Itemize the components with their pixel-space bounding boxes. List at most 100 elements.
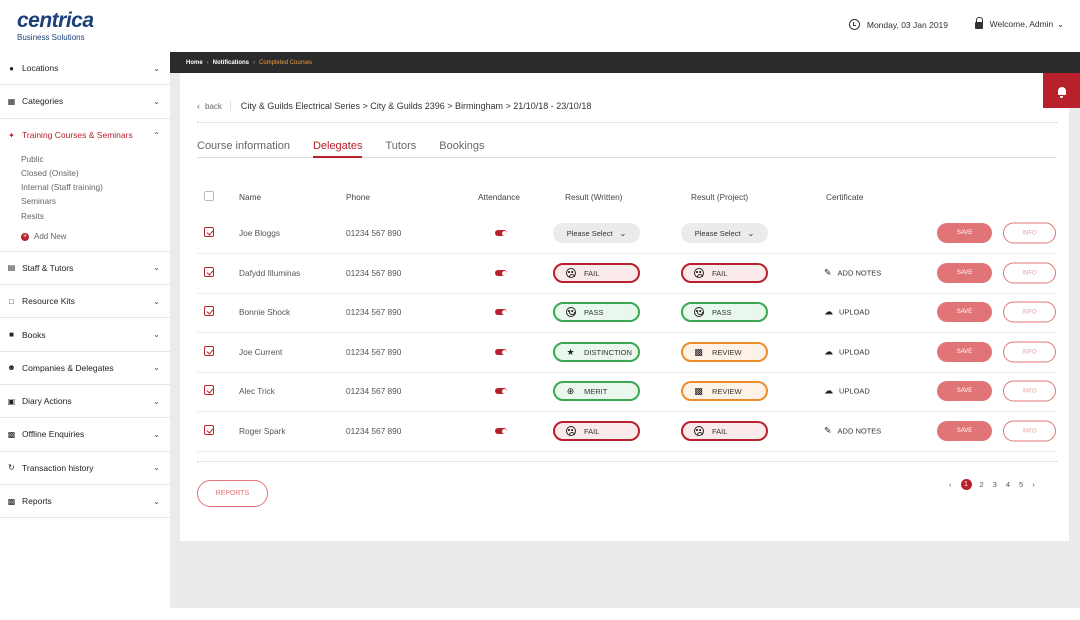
page-3[interactable]: 3: [993, 480, 997, 489]
attendance-toggle[interactable]: [495, 309, 507, 316]
save-button[interactable]: SAVE: [937, 223, 992, 244]
pagination: ‹ 1 2 3 4 5 ›: [949, 478, 1044, 490]
table-row: Roger Spark 01234 567 890 FAIL FAIL ✎ ADD NOT…: [197, 412, 1057, 452]
delegate-phone: 01234 567 890: [346, 268, 402, 279]
written-result-badge[interactable]: FAIL: [553, 421, 640, 442]
project-result-badge[interactable]: ▩ REVIEW: [681, 342, 768, 363]
chevron-down-icon: ⌄: [153, 396, 160, 406]
sidebar-item-companies-delegates[interactable]: ☻ Companies & Delegates ⌄: [0, 352, 170, 386]
sidebar-item-books[interactable]: ■ Books ⌄: [0, 318, 170, 352]
sidebar-item-locations[interactable]: ● Locations ⌄: [0, 52, 170, 86]
prev-page-icon[interactable]: ‹: [949, 480, 952, 489]
page-2[interactable]: 2: [980, 480, 984, 489]
project-select[interactable]: Please Select ⌄: [681, 223, 768, 244]
tab-course-information[interactable]: Course information: [197, 140, 290, 158]
written-result-badge[interactable]: ★ DISTINCTION: [553, 342, 640, 363]
chevron-down-icon: ⌄: [153, 496, 160, 506]
sad-face-icon: [565, 426, 576, 437]
add-new-button[interactable]: + Add New: [21, 229, 170, 245]
row-checkbox[interactable]: [204, 267, 214, 278]
attendance-toggle[interactable]: [495, 230, 507, 237]
save-button[interactable]: SAVE: [937, 421, 992, 442]
sidebar-item-diary-actions[interactable]: ▣ Diary Actions ⌄: [0, 385, 170, 419]
sidebar-item-label: Companies & Delegates: [22, 362, 114, 373]
save-button[interactable]: SAVE: [937, 342, 992, 363]
row-checkbox[interactable]: [204, 346, 214, 357]
attendance-toggle[interactable]: [495, 428, 507, 435]
sidebar-item-label: Books: [22, 329, 46, 340]
upload-button[interactable]: ☁ UPLOAD: [824, 347, 870, 358]
sidebar-item-staff-tutors[interactable]: ▤ Staff & Tutors ⌄: [0, 252, 170, 286]
written-result-badge[interactable]: FAIL: [553, 263, 640, 284]
date-text: Monday, 03 Jan 2019: [866, 19, 948, 30]
info-button[interactable]: INFO: [1003, 341, 1056, 363]
page-5[interactable]: 5: [1019, 480, 1023, 489]
project-result-badge[interactable]: PASS: [681, 302, 768, 323]
subnav-item-closed[interactable]: Closed (Onsite): [21, 166, 170, 180]
column-header-name: Name: [239, 192, 262, 202]
divider: [197, 461, 1057, 462]
sidebar-item-label: Resource Kits: [22, 296, 75, 307]
upload-button[interactable]: ☁ UPLOAD: [824, 386, 870, 397]
written-select[interactable]: Please Select ⌄: [553, 223, 640, 244]
info-button[interactable]: INFO: [1003, 301, 1056, 323]
user-menu[interactable]: Welcome, Admin ⌄: [974, 17, 1064, 29]
sidebar-item-training-courses[interactable]: ✦ Training Courses & Seminars ⌃: [0, 119, 170, 152]
sidebar-nav: ● Locations ⌄ ▦ Categories ⌄ ✦ Training …: [0, 52, 170, 519]
project-result-badge[interactable]: ▩ REVIEW: [681, 381, 768, 402]
tab-bookings[interactable]: Bookings: [439, 140, 484, 158]
sidebar-item-label: Reports: [22, 496, 52, 507]
page-4[interactable]: 4: [1006, 480, 1010, 489]
subnav-item-resits[interactable]: Resits: [21, 209, 170, 223]
info-button[interactable]: INFO: [1003, 420, 1056, 442]
save-button[interactable]: SAVE: [937, 381, 992, 402]
select-all-checkbox[interactable]: [204, 191, 214, 201]
sidebar-item-offline-enquiries[interactable]: ▩ Offline Enquiries ⌄: [0, 418, 170, 452]
table-row: Alec Trick 01234 567 890 ⊕ MERIT ▩ REVIEW ☁ UPL…: [197, 372, 1057, 412]
tab-tutors[interactable]: Tutors: [385, 140, 416, 158]
happy-face-icon: [693, 307, 704, 318]
brand-name: centrica: [17, 9, 94, 32]
info-button[interactable]: INFO: [1003, 222, 1056, 244]
project-result-badge[interactable]: FAIL: [681, 421, 768, 442]
result-label: PASS: [584, 307, 604, 317]
page-1[interactable]: 1: [960, 478, 972, 490]
project-result-badge[interactable]: FAIL: [681, 263, 768, 284]
chevron-down-icon: ⌄: [153, 96, 160, 106]
subnav-item-internal[interactable]: Internal (Staff training): [21, 180, 170, 194]
upload-button[interactable]: ☁ UPLOAD: [824, 307, 870, 318]
brand-subtitle: Business Solutions: [17, 33, 85, 42]
tab-delegates[interactable]: Delegates: [312, 140, 363, 158]
attendance-toggle[interactable]: [495, 349, 507, 356]
folder-icon: □: [9, 296, 14, 306]
add-new-label: Add New: [34, 231, 67, 241]
sidebar-item-categories[interactable]: ▦ Categories ⌄: [0, 85, 170, 119]
sidebar-item-reports[interactable]: ▩ Reports ⌄: [0, 485, 170, 519]
next-page-icon[interactable]: ›: [1032, 480, 1035, 489]
row-checkbox[interactable]: [204, 227, 214, 238]
attendance-toggle[interactable]: [495, 270, 507, 277]
row-checkbox[interactable]: [204, 385, 214, 396]
attendance-toggle[interactable]: [495, 388, 507, 395]
select-label: Please Select: [694, 228, 741, 238]
written-result-badge[interactable]: ⊕ MERIT: [553, 381, 640, 402]
reports-button[interactable]: REPORTS: [197, 480, 268, 507]
welcome-text: Welcome, Admin: [989, 19, 1054, 29]
subnav-item-public[interactable]: Public: [21, 152, 170, 166]
sidebar-item-resource-kits[interactable]: □ Resource Kits ⌄: [0, 285, 170, 319]
back-button[interactable]: ‹ back: [197, 101, 231, 111]
info-button[interactable]: INFO: [1003, 380, 1056, 402]
row-checkbox[interactable]: [204, 425, 214, 436]
row-checkbox[interactable]: [204, 306, 214, 317]
subnav-item-seminars[interactable]: Seminars: [21, 194, 170, 208]
save-button[interactable]: SAVE: [937, 263, 992, 284]
info-button[interactable]: INFO: [1003, 262, 1056, 284]
save-button[interactable]: SAVE: [937, 302, 992, 323]
add-notes-button[interactable]: ✎ ADD NOTES: [824, 268, 881, 279]
brand-logo[interactable]: centrica Business Solutions: [17, 9, 94, 43]
written-result-badge[interactable]: PASS: [553, 302, 640, 323]
breadcrumb-home[interactable]: Home: [186, 60, 203, 66]
add-notes-button[interactable]: ✎ ADD NOTES: [824, 426, 881, 437]
breadcrumb-notifications[interactable]: Notifications: [213, 60, 249, 66]
sidebar-item-transaction-history[interactable]: ↻ Transaction history ⌄: [0, 452, 170, 485]
